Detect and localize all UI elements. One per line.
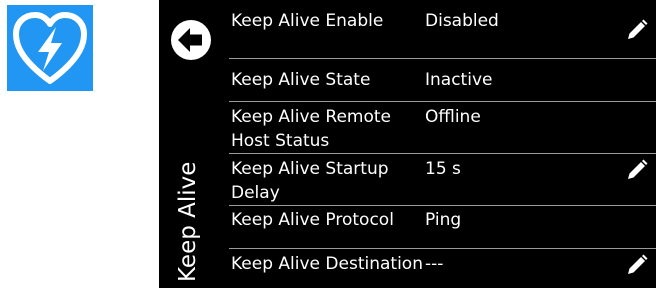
setting-value: Inactive	[425, 70, 493, 90]
app-icon	[7, 5, 93, 91]
setting-label: Keep Alive Protocol	[231, 210, 394, 230]
setting-label: Keep Alive State	[231, 70, 371, 90]
keep-alive-panel: Keep Alive Keep Alive Enable Disabled Ke…	[159, 0, 656, 288]
back-button[interactable]	[171, 20, 211, 60]
setting-label: Keep Alive Enable	[231, 11, 384, 31]
setting-row-state: Keep Alive State Inactive	[229, 59, 656, 102]
settings-list: Keep Alive Enable Disabled Keep Alive St…	[229, 0, 656, 288]
setting-value: 15 s	[425, 159, 461, 179]
setting-value: ---	[425, 254, 444, 274]
setting-label: Keep Alive Destination	[231, 254, 423, 274]
setting-row-destination[interactable]: Keep Alive Destination ---	[229, 249, 656, 288]
setting-value: Disabled	[425, 11, 499, 31]
setting-label: Keep Alive Remote Host Status	[231, 107, 392, 151]
pencil-icon[interactable]	[625, 158, 649, 182]
setting-row-startup-delay[interactable]: Keep Alive Startup Delay 15 s	[229, 154, 656, 206]
setting-value: Offline	[425, 107, 481, 127]
pencil-icon[interactable]	[625, 253, 649, 277]
setting-row-enable[interactable]: Keep Alive Enable Disabled	[229, 0, 656, 59]
setting-row-remote-host-status: Keep Alive Remote Host Status Offline	[229, 102, 656, 154]
setting-row-protocol: Keep Alive Protocol Ping	[229, 206, 656, 249]
back-arrow-icon	[178, 28, 202, 52]
setting-label: Keep Alive Startup Delay	[231, 159, 389, 203]
pencil-icon[interactable]	[625, 18, 649, 42]
heart-lightning-icon	[13, 12, 87, 84]
page-title: Keep Alive	[175, 161, 201, 282]
setting-value: Ping	[425, 210, 462, 230]
